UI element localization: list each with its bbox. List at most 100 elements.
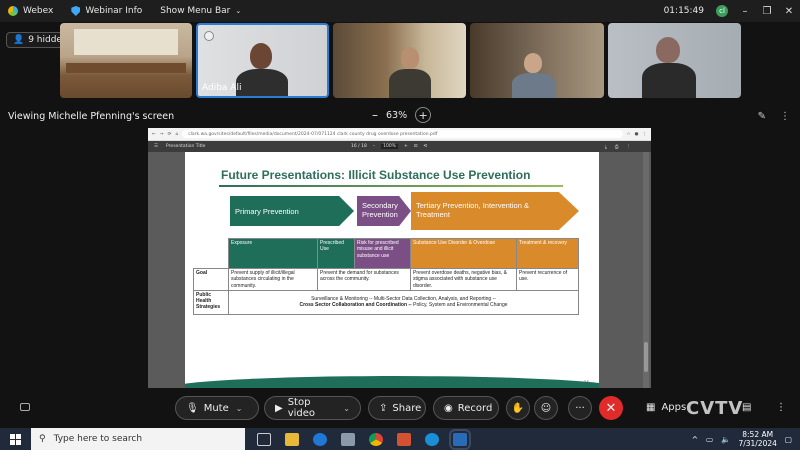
restore-button[interactable]: ❐ <box>762 6 772 17</box>
webex-logo-icon <box>8 6 18 16</box>
pdf-menu-icon[interactable]: ☰ <box>154 144 158 149</box>
forward-icon[interactable]: → <box>160 132 164 137</box>
back-icon[interactable]: ← <box>152 132 156 137</box>
webex-taskbar-icon[interactable] <box>449 428 471 450</box>
header-prescribed-use: Prescribed Use <box>317 238 355 269</box>
rotate-icon[interactable]: ⟲ <box>424 144 428 149</box>
reload-icon[interactable]: ⟳ <box>168 132 172 137</box>
more-panels-icon[interactable]: ⋮ <box>776 402 786 413</box>
zoom-in-button[interactable]: + <box>415 107 432 123</box>
microphone-icon: 🎙 <box>186 402 199 414</box>
goal-exposure: Prevent supply of illicit/illegal substa… <box>228 268 318 291</box>
slide-title: Future Presentations: Illicit Substance … <box>221 168 531 182</box>
pdf-zoom-level[interactable]: 100% <box>381 144 398 149</box>
page-indicator[interactable]: 16 / 18 <box>351 144 367 149</box>
participant-name: Adiba Ali <box>202 83 242 93</box>
captions-icon[interactable] <box>20 403 30 411</box>
taskbar-clock[interactable]: 8:52 AM 7/31/2024 <box>738 430 776 448</box>
avatar[interactable]: cl <box>716 5 728 17</box>
record-button[interactable]: ◉ Record <box>433 396 499 420</box>
share-button[interactable]: ⇪ Share <box>368 396 426 420</box>
raise-hand-button[interactable]: ✋ <box>506 396 530 420</box>
notifications-icon[interactable]: ▢ <box>785 435 792 444</box>
primary-prevention-arrow: Primary Prevention <box>230 196 354 226</box>
download-icon[interactable]: ⤓ <box>605 144 607 150</box>
apps-grid-icon: ▦ <box>646 402 656 413</box>
windows-start-icon[interactable] <box>10 433 21 445</box>
url-field[interactable]: clark.wa.gov/sites/default/files/media/d… <box>182 130 623 138</box>
share-view-options: ✎ ⋮ <box>758 111 790 122</box>
meeting-timer: 01:15:49 <box>663 6 704 16</box>
edge-icon[interactable] <box>425 432 439 446</box>
zoom-level: 63% <box>386 109 408 121</box>
participant-tile[interactable] <box>608 23 741 98</box>
prevention-table: Exposure Prescribed Use Risk for prescri… <box>193 238 579 315</box>
windows-taskbar: ⚲ Type here to search ^ ▭ 🔈 8:52 AM 7/31… <box>0 428 800 450</box>
table-row-strategies: Public Health Strategies Surveillance & … <box>193 289 579 315</box>
browser-address-bar: ← → ⟳ ⌂ clark.wa.gov/sites/default/files… <box>148 128 651 141</box>
internet-explorer-icon[interactable] <box>313 432 327 446</box>
system-tray: ^ ▭ 🔈 8:52 AM 7/31/2024 ▢ <box>692 428 792 450</box>
participant-tile[interactable] <box>470 23 604 98</box>
menu-icon[interactable]: ⋮ <box>643 132 648 137</box>
pdf-actions: ⤓ ⎙ ⋮ <box>605 144 631 150</box>
title-divider <box>219 185 563 187</box>
annotate-icon[interactable]: ✎ <box>758 111 766 122</box>
chevron-up-icon[interactable]: ^ <box>692 435 698 444</box>
clock-date: 7/31/2024 <box>738 439 777 448</box>
participant-head <box>401 47 419 69</box>
webinar-info-button[interactable]: Webinar Info <box>71 6 142 16</box>
participant-tile[interactable] <box>60 23 192 98</box>
end-meeting-button[interactable]: ✕ <box>599 396 623 420</box>
participant-head <box>250 43 272 69</box>
header-exposure: Exposure <box>228 238 318 269</box>
app-menu[interactable]: Webex <box>8 6 53 16</box>
network-icon[interactable]: ▭ <box>706 435 713 444</box>
star-icon[interactable]: ☆ <box>627 132 631 137</box>
shared-screen: ← → ⟳ ⌂ clark.wa.gov/sites/default/files… <box>148 128 651 388</box>
view-options-icon[interactable]: ⋮ <box>780 111 790 122</box>
app-icon[interactable] <box>341 432 355 446</box>
minimize-button[interactable]: – <box>740 6 750 17</box>
table-row-goal: Goal Prevent supply of illicit/illegal s… <box>193 268 579 291</box>
task-view-icon[interactable] <box>257 432 271 446</box>
chevron-down-icon[interactable]: ⌄ <box>343 404 350 413</box>
taskbar-search-input[interactable]: ⚲ Type here to search <box>31 428 245 450</box>
participant-body <box>512 73 556 98</box>
chevron-down-icon[interactable]: ⌄ <box>236 404 243 413</box>
share-icon: ⇪ <box>379 402 388 414</box>
profile-icon[interactable]: ● <box>635 132 639 137</box>
reactions-button[interactable]: ☺ <box>534 396 558 420</box>
fit-page-icon[interactable]: ⊡ <box>414 144 418 149</box>
apps-button[interactable]: ▦ Apps <box>646 402 686 413</box>
stop-video-button[interactable]: ▶ Stop video ⌄ <box>264 396 361 420</box>
zoom-control: – 63% + <box>372 107 432 123</box>
pdf-zoom-in[interactable]: + <box>404 144 408 149</box>
search-placeholder: Type here to search <box>53 434 143 444</box>
print-icon[interactable]: ⎙ <box>615 144 619 150</box>
smiley-icon: ☺ <box>540 402 552 414</box>
participant-tile-adiba-ali[interactable]: Adiba Ali <box>196 23 329 98</box>
chat-icon[interactable]: ▤ <box>742 402 751 413</box>
mute-button[interactable]: 🎙 Mute ⌄ <box>175 396 259 420</box>
outlook-icon[interactable] <box>397 432 411 446</box>
participant-tile[interactable] <box>333 23 466 98</box>
zoom-out-button[interactable]: – <box>372 108 378 122</box>
show-menu-bar-button[interactable]: Show Menu Bar ⌄ <box>160 6 241 16</box>
goal-prescribed: Prevent the demand for substances across… <box>317 268 411 291</box>
pdf-toolbar: ☰ Presentation Title 16 / 18 – 100% + ⊡ … <box>148 141 651 152</box>
close-button[interactable]: ✕ <box>784 6 794 17</box>
file-explorer-icon[interactable] <box>285 432 299 446</box>
chrome-icon[interactable] <box>369 432 383 446</box>
participant-body <box>642 63 696 98</box>
title-bar: Webex Webinar Info Show Menu Bar ⌄ 01:15… <box>0 0 800 22</box>
stop-video-label: Stop video <box>287 397 316 419</box>
pdf-more-icon[interactable]: ⋮ <box>627 144 632 150</box>
pdf-zoom-out[interactable]: – <box>373 144 375 149</box>
volume-icon[interactable]: 🔈 <box>721 435 730 444</box>
home-icon[interactable]: ⌂ <box>175 132 178 137</box>
more-options-button[interactable]: ··· <box>568 396 592 420</box>
pdf-scrollbar[interactable] <box>643 152 649 388</box>
participant-body <box>236 69 288 96</box>
scrollbar-thumb[interactable] <box>644 342 648 372</box>
